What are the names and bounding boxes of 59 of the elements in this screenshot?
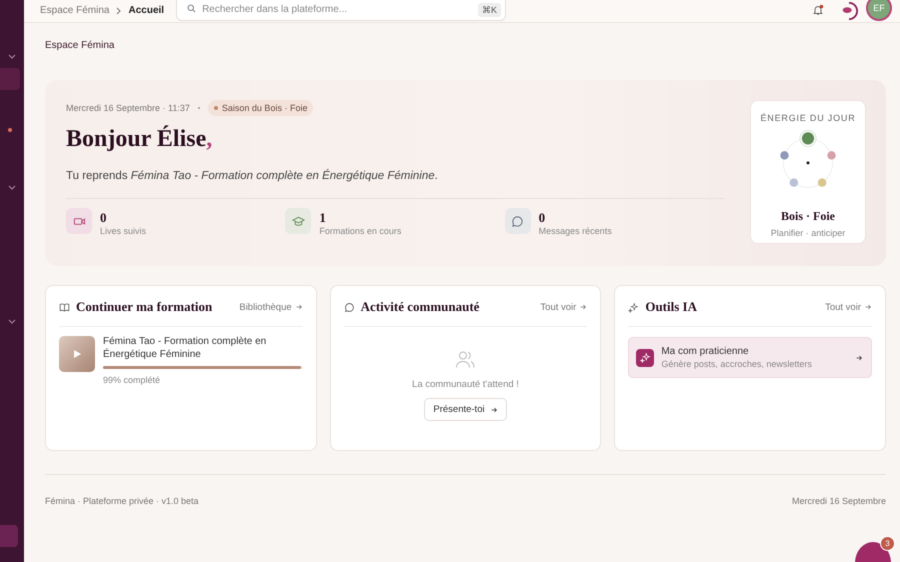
course-title[interactable]: Fémina Tao - Formation complète en Énergétique Féminine bbox=[103, 336, 303, 361]
greeting: Bonjour Élise, bbox=[66, 126, 214, 153]
season-tag: Saison du Bois · Foie bbox=[208, 100, 314, 116]
chat-bubble-icon bbox=[504, 208, 531, 234]
card-title: Activité communauté bbox=[360, 299, 480, 315]
shortcut-hint: ⌘K bbox=[478, 3, 502, 17]
users-icon bbox=[455, 350, 476, 369]
chat-bubble-icon bbox=[344, 302, 355, 312]
stat-value: 0 bbox=[100, 210, 108, 226]
date-time: Mercredi 16 Septembre · 11:37 bbox=[66, 103, 190, 113]
search-input[interactable]: Rechercher dans la plateforme... bbox=[202, 4, 472, 15]
footer-text: Fémina · Plateforme privée · v1.0 beta bbox=[45, 496, 199, 506]
stat-value: 0 bbox=[538, 210, 546, 226]
book-icon bbox=[59, 302, 70, 312]
progress-text: 99% complété bbox=[103, 375, 162, 385]
introduce-button[interactable]: Présente-toi bbox=[424, 398, 507, 421]
card-link[interactable]: Tout voir bbox=[540, 302, 588, 312]
search-bar[interactable]: Rechercher dans la plateforme... ⌘K bbox=[176, 0, 506, 21]
stat-label: Formations en cours bbox=[319, 226, 402, 236]
tool-item[interactable]: Ma com praticienne Génère posts, accroches, newsletters bbox=[628, 337, 872, 378]
play-icon bbox=[72, 349, 82, 359]
arrow-right-icon bbox=[854, 354, 863, 362]
stat-label: Lives suivis bbox=[100, 226, 146, 236]
notification-dot bbox=[8, 128, 12, 132]
arrow-right-icon bbox=[294, 303, 303, 311]
chevron-icon[interactable] bbox=[8, 54, 16, 59]
sparkles-icon bbox=[628, 302, 640, 312]
energy-title: ÉNERGIE DU JOUR bbox=[760, 113, 856, 123]
search-icon bbox=[187, 4, 196, 13]
stat-label: Messages récents bbox=[538, 226, 612, 236]
card-link[interactable]: Tout voir bbox=[825, 302, 872, 312]
logo-icon[interactable] bbox=[840, 2, 858, 20]
footer-date: Mercredi 16 Septembre bbox=[792, 496, 886, 506]
empty-state-text: La communauté t'attend ! bbox=[412, 379, 519, 390]
notification-badge: 3 bbox=[880, 536, 895, 551]
stat-value: 1 bbox=[319, 210, 327, 226]
chevron-icon[interactable] bbox=[8, 185, 16, 190]
chevron-icon[interactable] bbox=[8, 319, 16, 324]
card-title: Outils IA bbox=[645, 299, 698, 315]
video-thumbnail[interactable] bbox=[59, 336, 95, 372]
breadcrumb-link[interactable]: Espace Fémina bbox=[40, 5, 110, 16]
arrow-right-icon bbox=[490, 406, 498, 414]
arrow-right-icon bbox=[579, 303, 588, 311]
separator-dot bbox=[198, 107, 200, 109]
tool-name: Ma com praticienne bbox=[661, 346, 750, 357]
sparkles-icon bbox=[636, 348, 654, 366]
page-title: Espace Fémina bbox=[45, 40, 116, 51]
card-link[interactable]: Bibliothèque bbox=[239, 302, 303, 312]
resume-text: Tu reprends Fémina Tao - Formation complète en Énergétique Féminine. bbox=[66, 170, 724, 199]
energy-name: Bois · Foie bbox=[781, 209, 835, 224]
arrow-right-icon bbox=[864, 303, 872, 311]
breadcrumb-link[interactable]: Accueil bbox=[128, 5, 164, 16]
graduation-cap-icon bbox=[285, 208, 312, 234]
bell-icon[interactable] bbox=[812, 4, 824, 16]
energy-hint: Planifier · anticiper bbox=[770, 228, 846, 238]
video-icon bbox=[66, 208, 92, 234]
card-title: Continuer ma formation bbox=[76, 299, 214, 315]
tool-description: Génère posts, accroches, newsletters bbox=[661, 359, 813, 369]
chevron-right-icon bbox=[116, 6, 122, 14]
